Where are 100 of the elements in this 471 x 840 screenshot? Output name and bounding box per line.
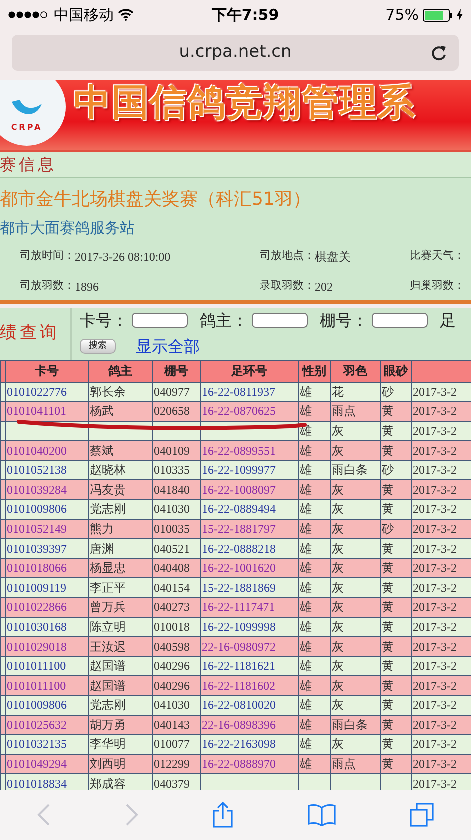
table-cell: 040109 bbox=[152, 440, 200, 460]
table-cell: 0101039397 bbox=[6, 538, 88, 558]
table-cell: 黄 bbox=[380, 440, 412, 460]
table-cell: 0101022866 bbox=[6, 598, 88, 618]
table-cell: 赵国谱 bbox=[88, 676, 152, 696]
table-cell: 灰 bbox=[330, 734, 380, 754]
table-cell: 16-22-0870625 bbox=[200, 402, 298, 422]
table-cell: 2017-3-2 bbox=[412, 715, 471, 735]
table-cell: 040379 bbox=[152, 774, 200, 790]
field-value: 棋盘关 bbox=[315, 248, 351, 266]
logo-text: CRPA bbox=[11, 122, 43, 134]
table-cell: 16-22-1181621 bbox=[200, 656, 298, 676]
table-cell: 16-22-1099977 bbox=[200, 460, 298, 480]
table-cell: 黄 bbox=[380, 754, 412, 774]
table-cell: 0101032135 bbox=[6, 734, 88, 754]
table-cell: 010335 bbox=[152, 460, 200, 480]
table-cell: 0101011100 bbox=[6, 656, 88, 676]
table-cell: 2017-3-2 bbox=[412, 519, 471, 539]
table-cell: 0101040200 bbox=[6, 440, 88, 460]
field-label: 卡号： bbox=[80, 310, 128, 332]
section-title: 赛信息 bbox=[0, 154, 57, 176]
battery-percent: 75% bbox=[386, 4, 419, 26]
table-cell: 灰 bbox=[330, 696, 380, 716]
table-cell: 2017-3-2 bbox=[412, 754, 471, 774]
table-cell: 2017-3-2 bbox=[412, 460, 471, 480]
table-cell: 010018 bbox=[152, 617, 200, 637]
column-header: 眼砂 bbox=[380, 360, 412, 382]
table-cell: 2017-3-2 bbox=[412, 538, 471, 558]
address-bar[interactable]: u.crpa.net.cn bbox=[12, 35, 459, 71]
table-cell: 灰 bbox=[330, 480, 380, 500]
table-cell: 0101039284 bbox=[6, 480, 88, 500]
table-cell: 冯友贵 bbox=[88, 480, 152, 500]
table-cell: 040143 bbox=[152, 715, 200, 735]
table-cell: 黄 bbox=[380, 500, 412, 520]
search-input[interactable] bbox=[372, 313, 428, 328]
table-cell: 灰 bbox=[330, 578, 380, 598]
table-cell: 雄 bbox=[298, 598, 330, 618]
table-cell: 灰 bbox=[330, 636, 380, 656]
column-header: 性别 bbox=[298, 360, 330, 382]
table-cell: 0101018834 bbox=[6, 774, 88, 790]
table-cell: 雄 bbox=[298, 617, 330, 637]
table-cell: 杨显忠 bbox=[88, 558, 152, 578]
field-value: 1896 bbox=[75, 278, 99, 296]
tabs-icon[interactable] bbox=[410, 803, 434, 827]
table-cell: 雄 bbox=[298, 578, 330, 598]
table-cell: 黄 bbox=[380, 421, 412, 441]
field-value: 2017-3-26 08:10:00 bbox=[75, 248, 171, 266]
search-button[interactable]: 搜索 bbox=[80, 339, 116, 354]
table-cell: 2017-3-2 bbox=[412, 774, 471, 790]
field-label: 足 bbox=[440, 310, 456, 332]
book-icon[interactable] bbox=[308, 804, 336, 826]
field-label: 司放时间： bbox=[20, 248, 75, 264]
column-header: 足环号 bbox=[200, 360, 298, 382]
table-cell: 黄 bbox=[380, 734, 412, 754]
table-cell: 雨点 bbox=[330, 402, 380, 422]
table-cell: 040296 bbox=[152, 656, 200, 676]
table-cell: 刘西明 bbox=[88, 754, 152, 774]
table-cell: 0101009806 bbox=[6, 500, 88, 520]
table-cell: 22-16-0980972 bbox=[200, 636, 298, 656]
table-cell: 灰 bbox=[330, 656, 380, 676]
table-cell: 灰 bbox=[330, 519, 380, 539]
table-cell: 2017-3-2 bbox=[412, 402, 471, 422]
table-cell: 2017-3-2 bbox=[412, 656, 471, 676]
table-cell: 0101009119 bbox=[6, 578, 88, 598]
column-header: 羽色 bbox=[330, 360, 380, 382]
search-input[interactable] bbox=[252, 313, 308, 328]
share-icon[interactable] bbox=[212, 801, 234, 829]
table-cell: 0101052149 bbox=[6, 519, 88, 539]
table-cell: 2017-3-2 bbox=[412, 558, 471, 578]
table-cell: 雄 bbox=[298, 636, 330, 656]
table-cell: 15-22-1881797 bbox=[200, 519, 298, 539]
table-cell: 雄 bbox=[298, 676, 330, 696]
table-cell: 040408 bbox=[152, 558, 200, 578]
table-cell: 郑成容 bbox=[88, 774, 152, 790]
table-cell: 雨点 bbox=[330, 754, 380, 774]
table-cell: 雄 bbox=[298, 558, 330, 578]
table-cell: 黄 bbox=[380, 715, 412, 735]
table-cell: 雄 bbox=[298, 538, 330, 558]
field-value: 202 bbox=[315, 278, 333, 296]
field-label: 鸽主： bbox=[200, 310, 248, 332]
table-cell: 012299 bbox=[152, 754, 200, 774]
table-cell: 0101022776 bbox=[6, 382, 88, 402]
banner-title: 中国信鸽竞翔管理系 bbox=[74, 80, 416, 126]
field-label: 归巢羽数： bbox=[410, 278, 465, 294]
table-cell: 0101030168 bbox=[6, 617, 88, 637]
reload-icon[interactable] bbox=[431, 44, 447, 62]
table-cell: 黄 bbox=[380, 696, 412, 716]
table-cell: 雄 bbox=[298, 402, 330, 422]
table-cell: 0101025632 bbox=[6, 715, 88, 735]
table-cell: 熊力 bbox=[88, 519, 152, 539]
show-all-link[interactable]: 显示全部 bbox=[136, 334, 200, 358]
table-cell: 16-22-1117471 bbox=[200, 598, 298, 618]
table-cell: 040154 bbox=[152, 578, 200, 598]
search-input[interactable] bbox=[132, 313, 188, 328]
table-cell: 雄 bbox=[298, 656, 330, 676]
table-cell: 0101049294 bbox=[6, 754, 88, 774]
table-cell: 0101009806 bbox=[6, 696, 88, 716]
url-text: u.crpa.net.cn bbox=[179, 41, 292, 64]
table-cell: 16-22-0899551 bbox=[200, 440, 298, 460]
table-cell: 2017-3-2 bbox=[412, 696, 471, 716]
